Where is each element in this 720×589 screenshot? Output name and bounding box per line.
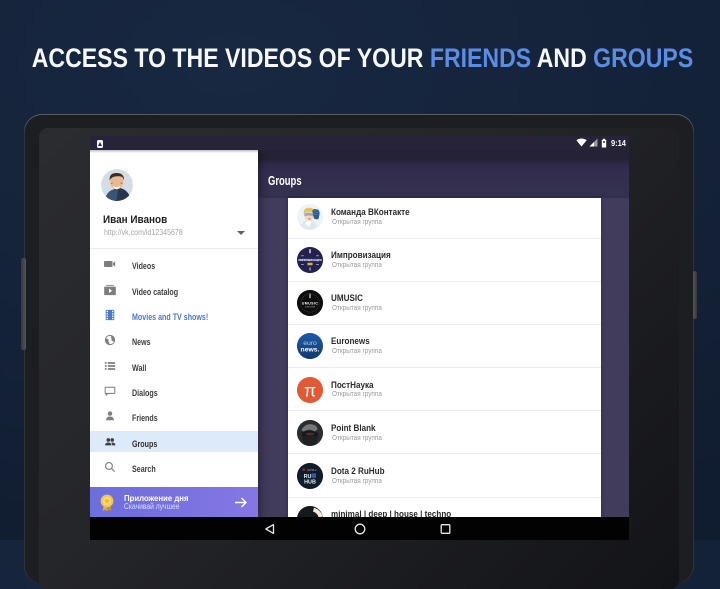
svg-text:news.: news. — [300, 347, 319, 354]
svg-text:UMUSIC: UMUSIC — [301, 302, 318, 306]
svg-text:DOTA 2: DOTA 2 — [307, 468, 317, 472]
svg-text:SUBSCRIBE: SUBSCRIBE — [304, 307, 315, 309]
svg-text:π: π — [303, 380, 315, 400]
svg-text:HUB: HUB — [304, 480, 316, 486]
svg-text:ИМПРОВИЗАЦИЯ: ИМПРОВИЗАЦИЯ — [298, 258, 321, 262]
